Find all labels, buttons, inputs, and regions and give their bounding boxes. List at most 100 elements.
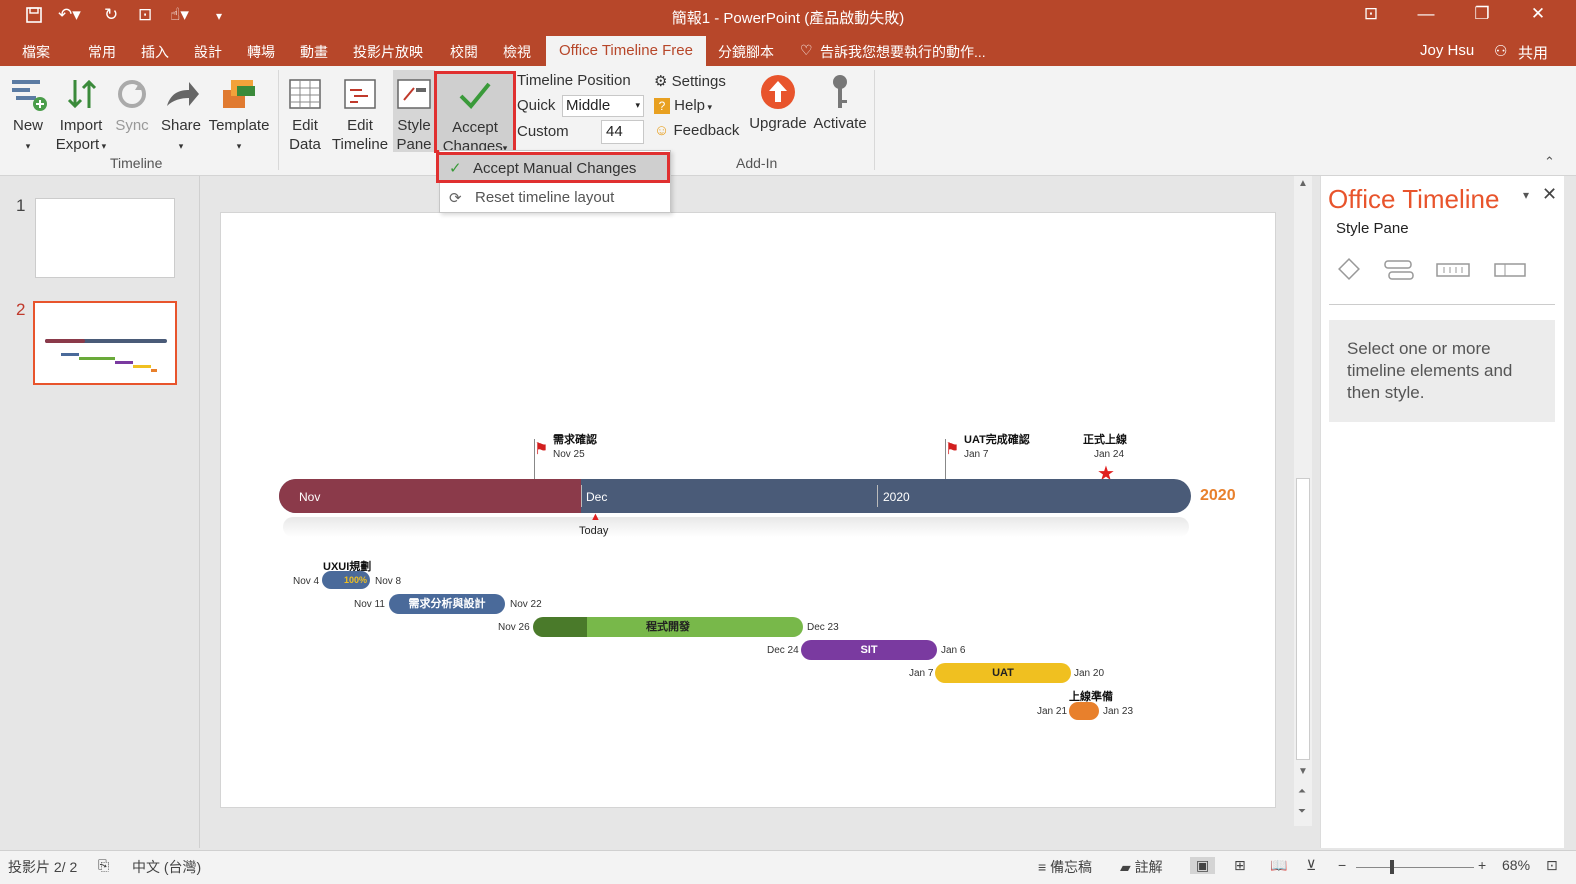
import-export-icon: [67, 79, 97, 109]
activate-label: Activate: [813, 115, 867, 132]
tab-animations[interactable]: 動畫: [300, 42, 328, 62]
accept-changes-button[interactable]: Accept Changes▾: [434, 71, 516, 155]
restore-icon[interactable]: ❐: [1467, 4, 1497, 24]
title-bar: ↶▾ ↻ ⊡ ☝▾ ▾ 簡報1 - PowerPoint (產品啟動失敗) ⊡ …: [0, 0, 1576, 34]
tab-home[interactable]: 常用: [88, 42, 116, 62]
task-end: Dec 23: [807, 622, 839, 633]
edit-data-button[interactable]: Edit Data: [284, 74, 326, 154]
milestone-style-icon[interactable]: [1336, 256, 1362, 287]
reading-view-icon[interactable]: 📖: [1270, 857, 1287, 874]
new-button[interactable]: New ▾: [6, 74, 50, 156]
today-marker-icon[interactable]: ▲: [590, 511, 601, 523]
feedback-button[interactable]: ☺ Feedback: [654, 122, 739, 139]
activate-button[interactable]: Activate: [810, 72, 870, 133]
tab-office-timeline[interactable]: Office Timeline Free: [546, 36, 706, 66]
key-icon: [833, 75, 847, 108]
edit-timeline-label-2: Timeline: [331, 136, 389, 153]
pane-close-icon[interactable]: ✕: [1542, 184, 1557, 205]
scroll-thumb[interactable]: [1296, 478, 1310, 760]
settings-button[interactable]: ⚙ Settings: [654, 72, 726, 90]
task-bar[interactable]: 100%: [322, 571, 370, 589]
layout-style-icon[interactable]: [1493, 260, 1527, 285]
new-timeline-icon: [12, 80, 47, 111]
reset-timeline-layout-item[interactable]: ⟳ Reset timeline layout: [441, 184, 669, 212]
edit-timeline-button[interactable]: Edit Timeline: [328, 74, 392, 154]
tab-file[interactable]: 檔案: [22, 42, 50, 62]
notes-button[interactable]: ≡ 備忘稿: [1038, 857, 1092, 877]
zoom-slider-thumb[interactable]: [1390, 860, 1394, 874]
task-bar[interactable]: 需求分析與設計: [389, 594, 505, 614]
zoom-in-icon[interactable]: +: [1478, 857, 1486, 873]
previous-slide-icon[interactable]: ⏶: [1298, 786, 1306, 797]
share-timeline-button[interactable]: Share ▾: [158, 74, 204, 156]
tab-slideshow[interactable]: 投影片放映: [353, 42, 423, 62]
milestone-title[interactable]: 需求確認: [553, 431, 597, 447]
task-start: Jan 21: [1037, 706, 1068, 717]
normal-view-icon[interactable]: ▣: [1190, 857, 1216, 874]
office-timeline-pane: Office Timeline ▾ ✕ Style Pane Select on…: [1320, 176, 1564, 848]
spelling-icon[interactable]: ⎘: [98, 857, 109, 874]
gear-icon: ⚙: [654, 73, 668, 90]
language-indicator[interactable]: 中文 (台灣): [132, 857, 201, 877]
next-slide-icon[interactable]: ⏷: [1298, 806, 1306, 817]
task-start: Jan 7: [909, 668, 934, 679]
import-export-button[interactable]: Import Export ▾: [54, 74, 108, 156]
comment-icon: ▰: [1120, 859, 1131, 875]
collapse-ribbon-icon[interactable]: ⌃: [1544, 154, 1555, 170]
scale-label: Nov: [299, 490, 321, 504]
flag-icon[interactable]: ⚑: [534, 439, 548, 459]
slide-sorter-icon[interactable]: ⊞: [1234, 857, 1246, 874]
milestone-title[interactable]: 正式上線: [1083, 431, 1127, 447]
tab-storyboard[interactable]: 分鏡腳本: [718, 42, 774, 62]
slide-thumbnail-2[interactable]: [33, 301, 177, 385]
accept-changes-menu: ✓ Accept Manual Changes ⟳ Reset timeline…: [436, 150, 671, 213]
task-bar[interactable]: SIT: [801, 640, 937, 660]
task-style-icon[interactable]: [1383, 258, 1415, 287]
tab-design[interactable]: 設計: [194, 42, 222, 62]
zoom-level[interactable]: 68%: [1502, 857, 1530, 873]
template-button[interactable]: Template ▾: [206, 74, 272, 156]
minimize-icon[interactable]: —: [1411, 4, 1441, 24]
tab-review[interactable]: 校閱: [450, 42, 478, 62]
tab-transitions[interactable]: 轉場: [247, 42, 275, 62]
accept-manual-changes-item[interactable]: ✓ Accept Manual Changes: [436, 152, 670, 183]
user-name[interactable]: Joy Hsu: [1420, 42, 1474, 59]
thumbnail-task: [133, 365, 151, 368]
pane-options-icon[interactable]: ▾: [1523, 188, 1529, 202]
window-title: 簡報1 - PowerPoint (產品啟動失敗): [671, 10, 905, 27]
slideshow-icon[interactable]: ⊻: [1306, 857, 1316, 874]
scale-style-icon[interactable]: [1435, 260, 1471, 285]
task-bar[interactable]: [1069, 702, 1099, 720]
ribbon-display-icon[interactable]: ⊡: [1356, 4, 1386, 24]
slide-indicator[interactable]: 投影片 2/ 2: [8, 857, 77, 877]
upgrade-button[interactable]: Upgrade: [746, 72, 810, 133]
task-bar[interactable]: 程式開發: [533, 617, 803, 637]
tell-me-box[interactable]: 告訴我您想要執行的動作...: [820, 42, 986, 62]
close-icon[interactable]: ✕: [1523, 4, 1553, 24]
help-button[interactable]: ? Help ▾: [654, 97, 712, 114]
scroll-up-icon[interactable]: ▲: [1298, 178, 1308, 189]
task-bar[interactable]: UAT: [935, 663, 1071, 683]
smiley-icon: ☺: [654, 122, 670, 139]
zoom-slider-track[interactable]: [1356, 867, 1474, 868]
upgrade-arrow-icon: [761, 75, 795, 109]
custom-position-input[interactable]: 44: [601, 120, 644, 144]
share-button[interactable]: 共用: [1518, 42, 1548, 63]
share-user-icon[interactable]: ⚇: [1494, 42, 1507, 60]
flag-icon[interactable]: ⚑: [945, 439, 959, 459]
slide-thumbnail-1[interactable]: [35, 198, 175, 278]
style-pane-button[interactable]: Style Pane: [393, 70, 435, 152]
zoom-out-icon[interactable]: −: [1338, 857, 1346, 873]
comments-button[interactable]: ▰ 註解: [1120, 857, 1163, 877]
quick-position-select[interactable]: Middle ▾: [562, 95, 644, 117]
tab-view[interactable]: 檢視: [503, 42, 531, 62]
timeline-year-label[interactable]: 2020: [1200, 487, 1236, 505]
sync-button[interactable]: Sync: [112, 74, 152, 135]
vertical-scrollbar[interactable]: ▲ ▼ ⏶ ⏷: [1294, 176, 1312, 826]
scroll-down-icon[interactable]: ▼: [1298, 766, 1308, 777]
tab-insert[interactable]: 插入: [141, 42, 169, 62]
sync-icon: [118, 80, 146, 108]
fit-to-window-icon[interactable]: ⊡: [1546, 857, 1558, 874]
milestone-title[interactable]: UAT完成確認: [964, 431, 1030, 447]
slide-canvas[interactable]: 2020 ⚑ 需求確認 Nov 25 ⚑ UAT完成確認 Jan 7 正式上線 …: [220, 212, 1276, 808]
